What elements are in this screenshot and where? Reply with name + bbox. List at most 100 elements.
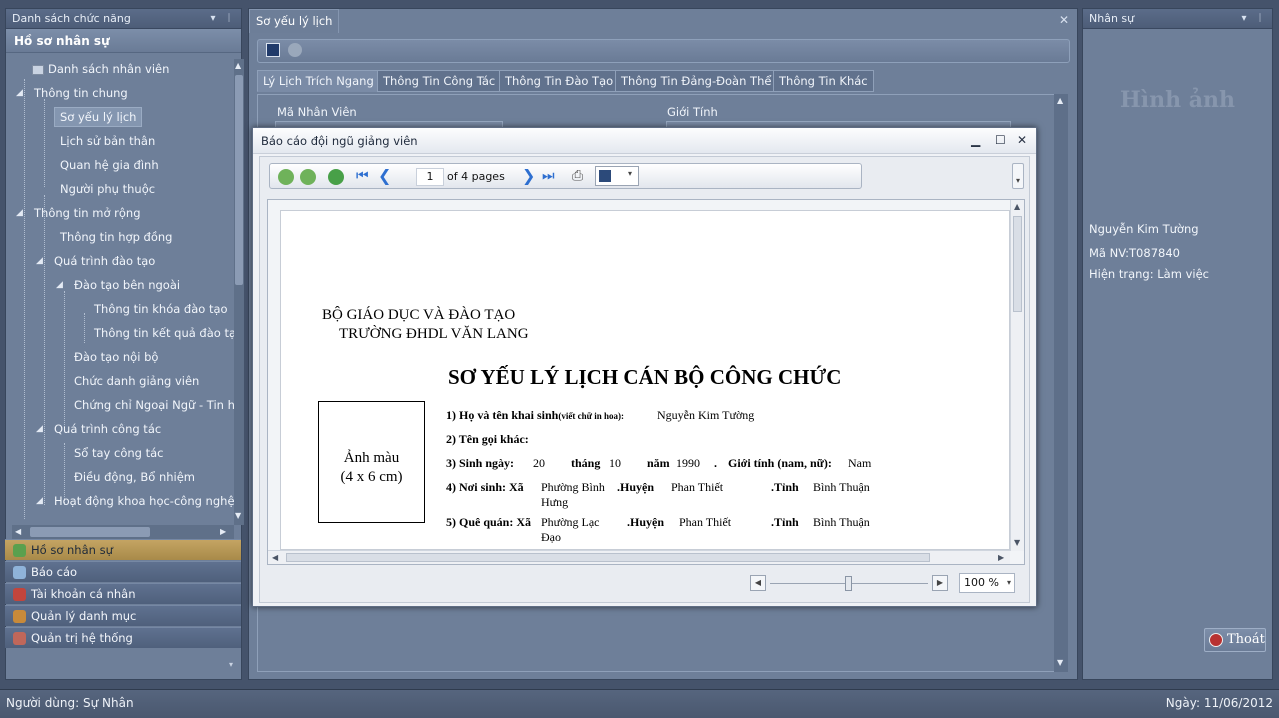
- exit-button[interactable]: Thoát: [1204, 628, 1266, 652]
- tree-item-extended-info[interactable]: Thông tin mở rộng: [34, 203, 141, 223]
- previous-page-icon[interactable]: ❮: [378, 168, 394, 185]
- scrollbar-thumb[interactable]: [1013, 216, 1022, 312]
- scroll-left-icon[interactable]: ◀: [15, 527, 21, 536]
- tree-item-training[interactable]: Quá trình đào tạo: [54, 251, 155, 271]
- pin-icon[interactable]: ᛁ: [223, 13, 235, 24]
- tree-item-appointment[interactable]: Điều động, Bổ nhiệm: [74, 467, 195, 487]
- expand-arrow-icon[interactable]: ◢: [16, 208, 23, 218]
- save-icon[interactable]: [266, 43, 280, 57]
- form-vertical-scrollbar[interactable]: ▲ ▼: [1054, 94, 1068, 672]
- q5-province: Bình Thuận: [813, 515, 870, 529]
- books-icon: [13, 610, 26, 623]
- expand-arrow-icon[interactable]: ◢: [36, 496, 43, 506]
- nav-reports[interactable]: Báo cáo: [5, 561, 241, 582]
- employee-name: Nguyễn Kim Tường: [1089, 222, 1199, 236]
- scroll-right-icon[interactable]: ▶: [998, 553, 1004, 562]
- q4-district-label: .Huyện: [617, 480, 655, 494]
- q5-province-label: .Tỉnh: [771, 515, 799, 529]
- tab-cv[interactable]: Sơ yếu lý lịch: [249, 9, 340, 33]
- scroll-up-icon[interactable]: ▲: [1014, 202, 1020, 211]
- scrollbar-thumb[interactable]: [235, 75, 243, 285]
- employee-panel-title: Nhân sự: [1089, 12, 1135, 25]
- refresh-icon[interactable]: [328, 169, 344, 185]
- tree-item-family[interactable]: Quan hệ gia đình: [60, 155, 159, 175]
- report-dialog: Báo cáo đội ngũ giảng viên ▁ ☐ ✕ ⏮ ❮ 1 o…: [252, 127, 1037, 607]
- tab-personal-summary[interactable]: Lý Lịch Trích Ngang: [257, 70, 380, 92]
- school-name: TRƯỜNG ĐHDL VĂN LANG: [339, 326, 529, 342]
- zoom-in-icon[interactable]: ▶: [932, 575, 948, 591]
- zoom-out-icon[interactable]: ◀: [750, 575, 766, 591]
- tree-item-research[interactable]: Hoạt động khoa học-công nghệ: [54, 491, 234, 511]
- expand-arrow-icon[interactable]: ◢: [56, 280, 63, 290]
- tree-item-history[interactable]: Lịch sử bản thân: [60, 131, 155, 151]
- page-total: of 4 pages: [447, 170, 505, 183]
- nav-personal-account[interactable]: Tài khoản cá nhân: [5, 583, 241, 604]
- scrollbar-thumb[interactable]: [286, 553, 930, 562]
- tree-item-employee-list[interactable]: Danh sách nhân viên: [32, 59, 169, 79]
- expand-arrow-icon[interactable]: ◢: [16, 88, 23, 98]
- expand-arrow-icon[interactable]: ◢: [36, 424, 43, 434]
- tree-item-work-notebook[interactable]: Sổ tay công tác: [74, 443, 164, 463]
- nav-overflow-chevron-icon[interactable]: ▾: [229, 660, 233, 669]
- scroll-down-icon[interactable]: ▼: [1057, 658, 1063, 667]
- pin-icon[interactable]: ᛁ: [1254, 13, 1266, 24]
- close-icon[interactable]: ✕: [1017, 133, 1027, 147]
- scroll-down-icon[interactable]: ▼: [235, 511, 241, 520]
- tree-item-cv[interactable]: Sơ yếu lý lịch: [54, 107, 143, 127]
- tree-item-work-process[interactable]: Quá trình công tác: [54, 419, 161, 439]
- chevron-down-icon[interactable]: ▾: [207, 13, 219, 24]
- admin-user-icon: [13, 632, 26, 645]
- toolbar-overflow-button[interactable]: ▾: [1012, 163, 1024, 189]
- scroll-down-icon[interactable]: ▼: [1014, 538, 1020, 547]
- minimize-icon[interactable]: ▁: [971, 133, 980, 147]
- tree-horizontal-scrollbar[interactable]: ◀ ▶: [12, 525, 234, 539]
- tree-item-contract[interactable]: Thông tin hợp đồng: [60, 227, 172, 247]
- tab-training-info[interactable]: Thông Tin Đào Tạo: [499, 70, 620, 92]
- tab-work-info[interactable]: Thông Tin Công Tác: [377, 70, 502, 92]
- print-icon[interactable]: ⎙: [572, 169, 588, 185]
- first-page-icon[interactable]: ⏮: [356, 169, 372, 185]
- tree-item-dependents[interactable]: Người phụ thuộc: [60, 179, 155, 199]
- expand-arrow-icon[interactable]: ◢: [36, 256, 43, 266]
- zoom-slider-thumb[interactable]: [845, 576, 852, 591]
- chevron-down-icon[interactable]: ▾: [1238, 13, 1250, 24]
- export-dropdown[interactable]: ▾: [595, 166, 639, 186]
- tree-vertical-scrollbar[interactable]: ▲ ▼: [234, 59, 244, 525]
- tree-item-lecturer-title[interactable]: Chức danh giảng viên: [74, 371, 199, 391]
- key-icon: [13, 588, 26, 601]
- scrollbar-thumb[interactable]: [30, 527, 150, 537]
- scroll-up-icon[interactable]: ▲: [235, 61, 241, 70]
- photo-box-line2: (4 x 6 cm): [340, 469, 403, 485]
- close-icon[interactable]: ✕: [1059, 13, 1069, 27]
- scroll-up-icon[interactable]: ▲: [1057, 96, 1063, 105]
- scroll-left-icon[interactable]: ◀: [272, 553, 278, 562]
- maximize-icon[interactable]: ☐: [995, 133, 1006, 147]
- back-icon[interactable]: [278, 169, 294, 185]
- tree-item-internal-training[interactable]: Đào tạo nội bộ: [74, 347, 158, 367]
- viewer-horizontal-scrollbar[interactable]: ◀ ▶: [268, 550, 1010, 564]
- q5-label: 5) Quê quán: Xã: [446, 515, 532, 529]
- employee-code: Mã NV:T087840: [1089, 246, 1180, 260]
- q4-province: Bình Thuận: [813, 480, 870, 494]
- viewer-vertical-scrollbar[interactable]: ▲ ▼: [1010, 200, 1024, 551]
- form-toolbar: [257, 39, 1070, 63]
- last-page-icon[interactable]: ⏭: [542, 169, 558, 185]
- refresh-icon[interactable]: [288, 43, 302, 57]
- nav-catalog-management[interactable]: Quản lý danh mục: [5, 605, 241, 626]
- tree-item-course-info[interactable]: Thông tin khóa đào tạo: [94, 299, 228, 319]
- nav-system-admin[interactable]: Quản trị hệ thống: [5, 627, 241, 648]
- nav-hr-profile[interactable]: Hồ sơ nhân sự: [5, 539, 241, 560]
- report-toolbar: ⏮ ❮ 1 of 4 pages ❯ ⏭ ⎙ ▾: [269, 163, 862, 189]
- tab-party-union-info[interactable]: Thông Tin Đảng-Đoàn Thể: [615, 70, 778, 92]
- next-page-icon[interactable]: ❯: [522, 168, 538, 185]
- tree-item-certificates[interactable]: Chứng chỉ Ngoại Ngữ - Tin h: [74, 395, 234, 415]
- tab-other-info[interactable]: Thông Tin Khác: [773, 70, 874, 92]
- tree-item-training-result[interactable]: Thông tin kết quả đào tạ: [94, 323, 234, 343]
- q2-label: 2) Tên gọi khác:: [446, 432, 529, 446]
- forward-icon[interactable]: [300, 169, 316, 185]
- page-number-input[interactable]: 1: [416, 168, 444, 186]
- zoom-level-select[interactable]: 100 % ▾: [959, 573, 1015, 593]
- tree-item-external-training[interactable]: Đào tạo bên ngoài: [74, 275, 180, 295]
- tree-item-general-info[interactable]: Thông tin chung: [34, 83, 128, 103]
- scroll-right-icon[interactable]: ▶: [220, 527, 226, 536]
